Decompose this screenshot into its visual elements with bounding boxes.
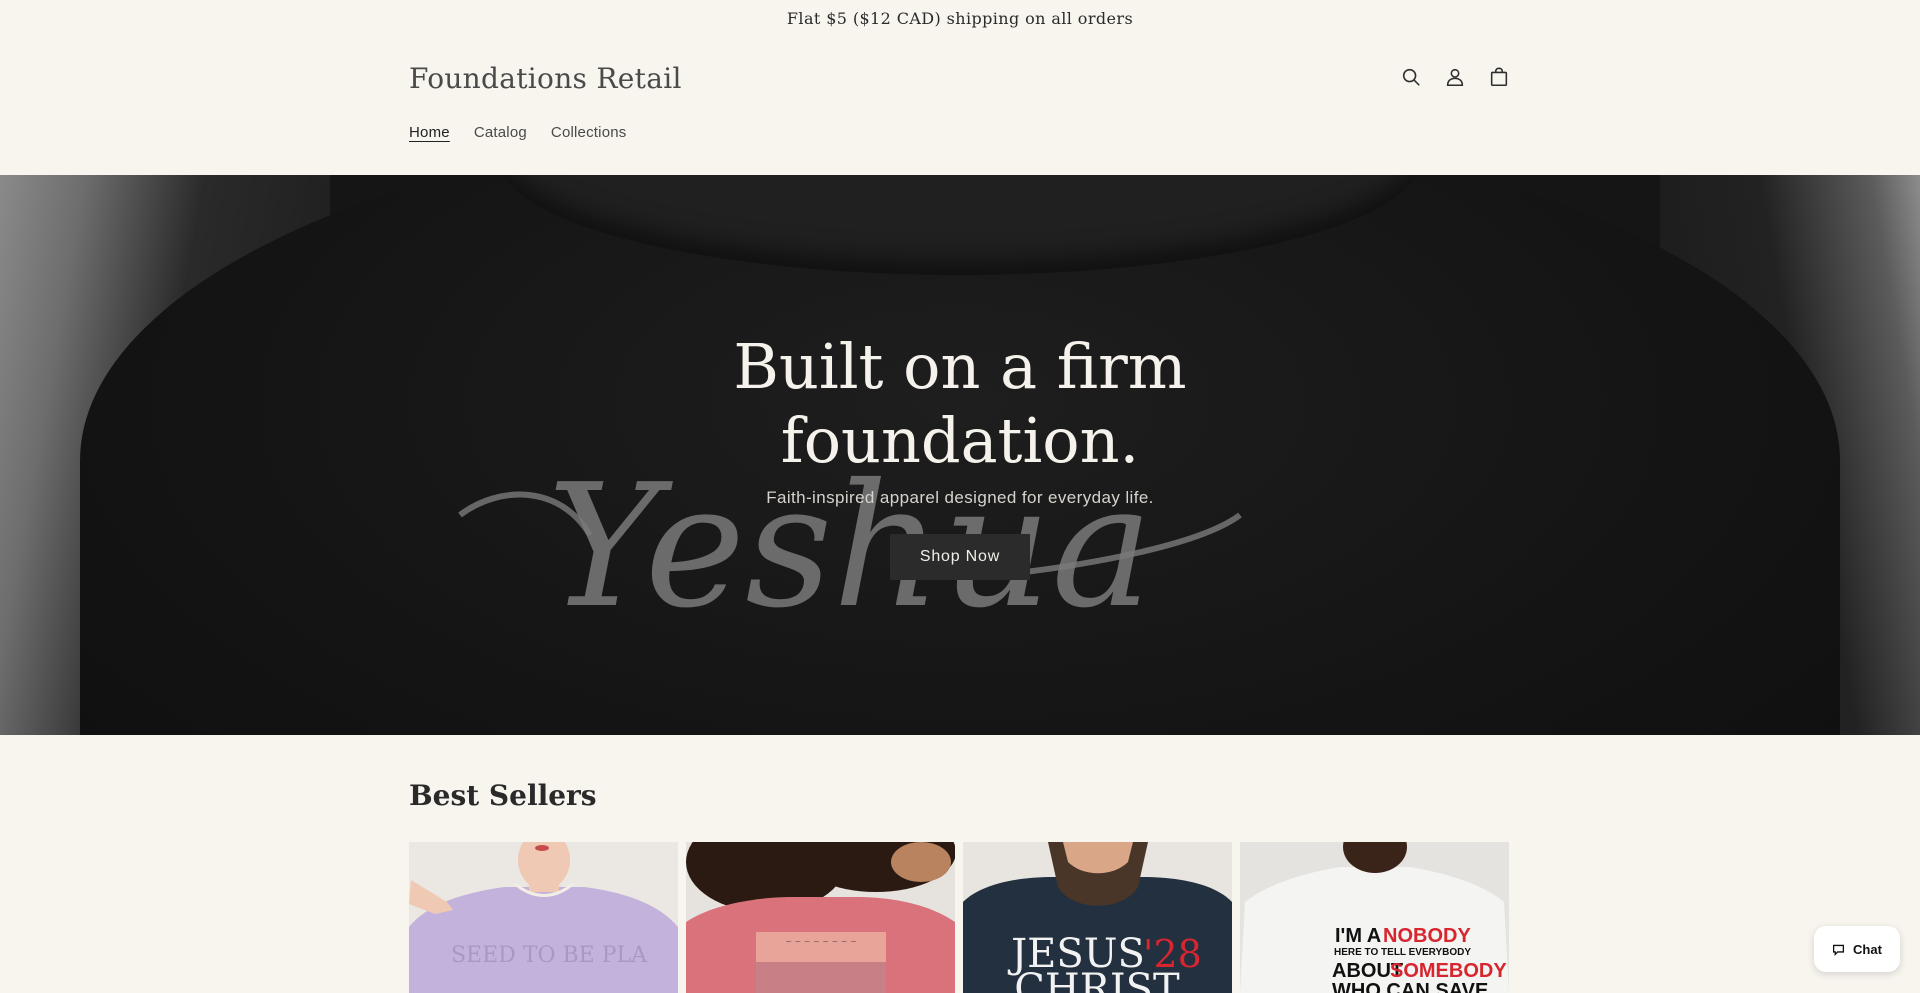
search-icon[interactable] xyxy=(1400,66,1422,88)
announcement-bar: Flat $5 ($12 CAD) shipping on all orders xyxy=(0,0,1920,36)
cart-icon[interactable] xyxy=(1488,66,1510,88)
chat-button[interactable]: Chat xyxy=(1814,926,1900,972)
svg-text:NOBODY: NOBODY xyxy=(1383,925,1471,947)
svg-text:SEED TO BE PLA: SEED TO BE PLA xyxy=(451,943,648,968)
product-card-pink-tee[interactable]: ~ ~ ~ ~ ~ ~ ~ ~ xyxy=(686,842,955,993)
shop-now-button[interactable]: Shop Now xyxy=(890,534,1030,580)
product-image-lavender-tee: SEED TO BE PLA xyxy=(409,842,678,993)
best-sellers-title: Best Sellers xyxy=(409,779,597,812)
product-image-navy-tee: JESUS '28 CHRIST xyxy=(963,842,1232,993)
hero-content: Built on a firm foundation. Faith-inspir… xyxy=(0,175,1920,735)
main-nav: Home Catalog Collections xyxy=(409,124,627,141)
account-icon[interactable] xyxy=(1444,66,1466,88)
svg-text:CHRIST: CHRIST xyxy=(1014,966,1180,993)
product-card-lavender-tee[interactable]: SEED TO BE PLA xyxy=(409,842,678,993)
product-image-white-tee: I'M A NOBODY HERE TO TELL EVERYBODY ABOU… xyxy=(1240,842,1509,993)
nav-catalog[interactable]: Catalog xyxy=(474,124,527,141)
announcement-text: Flat $5 ($12 CAD) shipping on all orders xyxy=(786,8,1134,28)
hero-title-line2: foundation. xyxy=(780,404,1140,477)
product-image-pink-tee: ~ ~ ~ ~ ~ ~ ~ ~ xyxy=(686,842,955,993)
nav-home[interactable]: Home xyxy=(409,124,450,141)
svg-text:HERE TO TELL EVERYBODY: HERE TO TELL EVERYBODY xyxy=(1334,947,1471,958)
svg-text:~ ~ ~ ~ ~ ~ ~ ~: ~ ~ ~ ~ ~ ~ ~ ~ xyxy=(785,937,856,946)
hero-title-line1: Built on a firm xyxy=(733,330,1187,403)
site-header: Foundations Retail Home Catalog Collecti… xyxy=(0,36,1920,175)
hero-subtitle: Faith-inspired apparel designed for ever… xyxy=(766,488,1154,507)
hero-title: Built on a firm foundation. xyxy=(0,330,1920,478)
hero-banner: Yeshua Built on a firm foundation. Faith… xyxy=(0,175,1920,735)
chat-bubble-icon xyxy=(1833,944,1845,956)
header-icons xyxy=(1400,66,1510,88)
product-grid: SEED TO BE PLA ~ ~ ~ ~ ~ ~ ~ ~ JESUS '28… xyxy=(409,842,1509,993)
svg-text:I'M A: I'M A xyxy=(1335,925,1381,947)
product-card-white-tee[interactable]: I'M A NOBODY HERE TO TELL EVERYBODY ABOU… xyxy=(1240,842,1509,993)
nav-collections[interactable]: Collections xyxy=(551,124,627,141)
chat-label: Chat xyxy=(1853,941,1882,957)
product-card-navy-tee[interactable]: JESUS '28 CHRIST xyxy=(963,842,1232,993)
svg-text:WHO CAN SAVE: WHO CAN SAVE xyxy=(1332,980,1488,993)
brand-logo[interactable]: Foundations Retail xyxy=(409,62,682,95)
svg-text:SOMEBODY: SOMEBODY xyxy=(1390,960,1507,982)
